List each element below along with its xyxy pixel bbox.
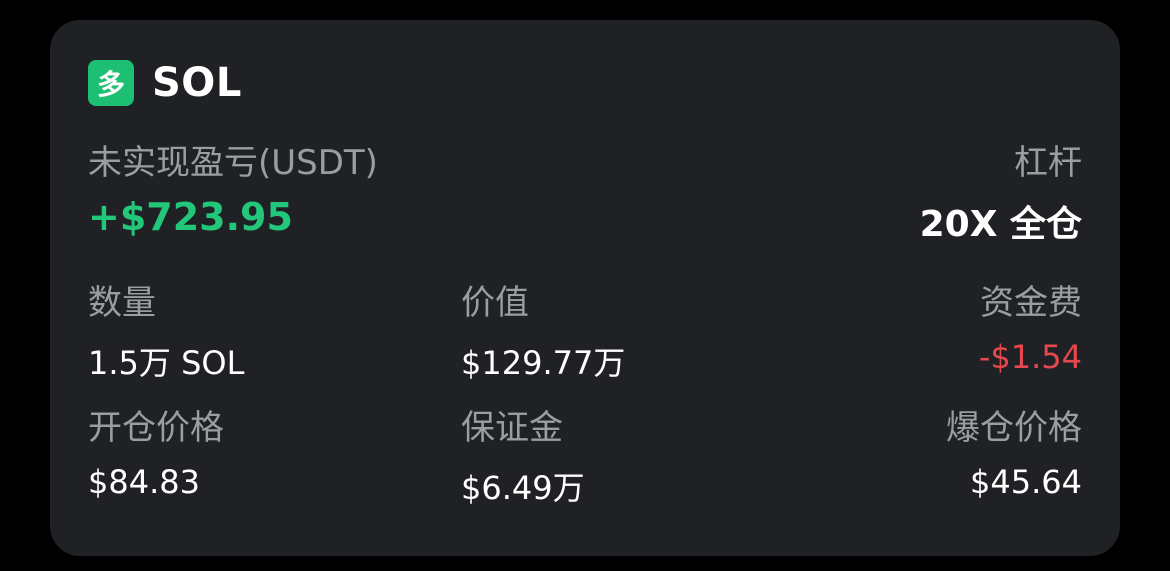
- position-header: 多 SOL: [88, 60, 242, 106]
- leverage-value: 20X 全仓: [919, 204, 1082, 245]
- position-symbol: SOL: [152, 60, 242, 106]
- liquidation-price-value: $45.64: [970, 463, 1082, 501]
- quantity-value: 1.5万 SOL: [88, 344, 245, 382]
- value-label: 价值: [461, 283, 529, 323]
- long-side-badge: 多: [88, 60, 134, 106]
- liquidation-price-cell: 爆仓价格 $45.64: [946, 400, 1082, 501]
- position-card[interactable]: 多 SOL 未实现盈亏(USDT) +$723.95 杠杆 20X 全仓 数量 …: [50, 20, 1120, 556]
- quantity-cell: 数量 1.5万 SOL: [88, 275, 244, 384]
- quantity-label: 数量: [88, 283, 156, 323]
- funding-fee-label: 资金费: [980, 283, 1082, 323]
- position-details-grid: 数量 1.5万 SOL 价值 $129.77万 资金费 -$1.54 开仓价格 …: [88, 275, 1082, 525]
- liquidation-price-label: 爆仓价格: [946, 408, 1082, 448]
- funding-fee-value: -$1.54: [978, 338, 1082, 376]
- entry-price-value: $84.83: [88, 463, 200, 501]
- entry-price-cell: 开仓价格 $84.83: [88, 400, 224, 501]
- margin-cell: 保证金 $6.49万: [461, 400, 585, 509]
- leverage-label: 杠杆: [1014, 143, 1082, 183]
- funding-fee-cell: 资金费 -$1.54: [979, 275, 1082, 376]
- details-row: 开仓价格 $84.83 保证金 $6.49万 爆仓价格 $45.64: [88, 400, 1082, 525]
- entry-price-label: 开仓价格: [88, 408, 224, 448]
- margin-value: $6.49万: [461, 469, 585, 507]
- unrealized-pnl-value: +$723.95: [88, 195, 293, 239]
- unrealized-pnl-label: 未实现盈亏(USDT): [88, 143, 378, 183]
- details-row: 数量 1.5万 SOL 价值 $129.77万 资金费 -$1.54: [88, 275, 1082, 400]
- value-value: $129.77万: [461, 344, 626, 382]
- value-cell: 价值 $129.77万: [461, 275, 625, 384]
- margin-label: 保证金: [461, 408, 563, 448]
